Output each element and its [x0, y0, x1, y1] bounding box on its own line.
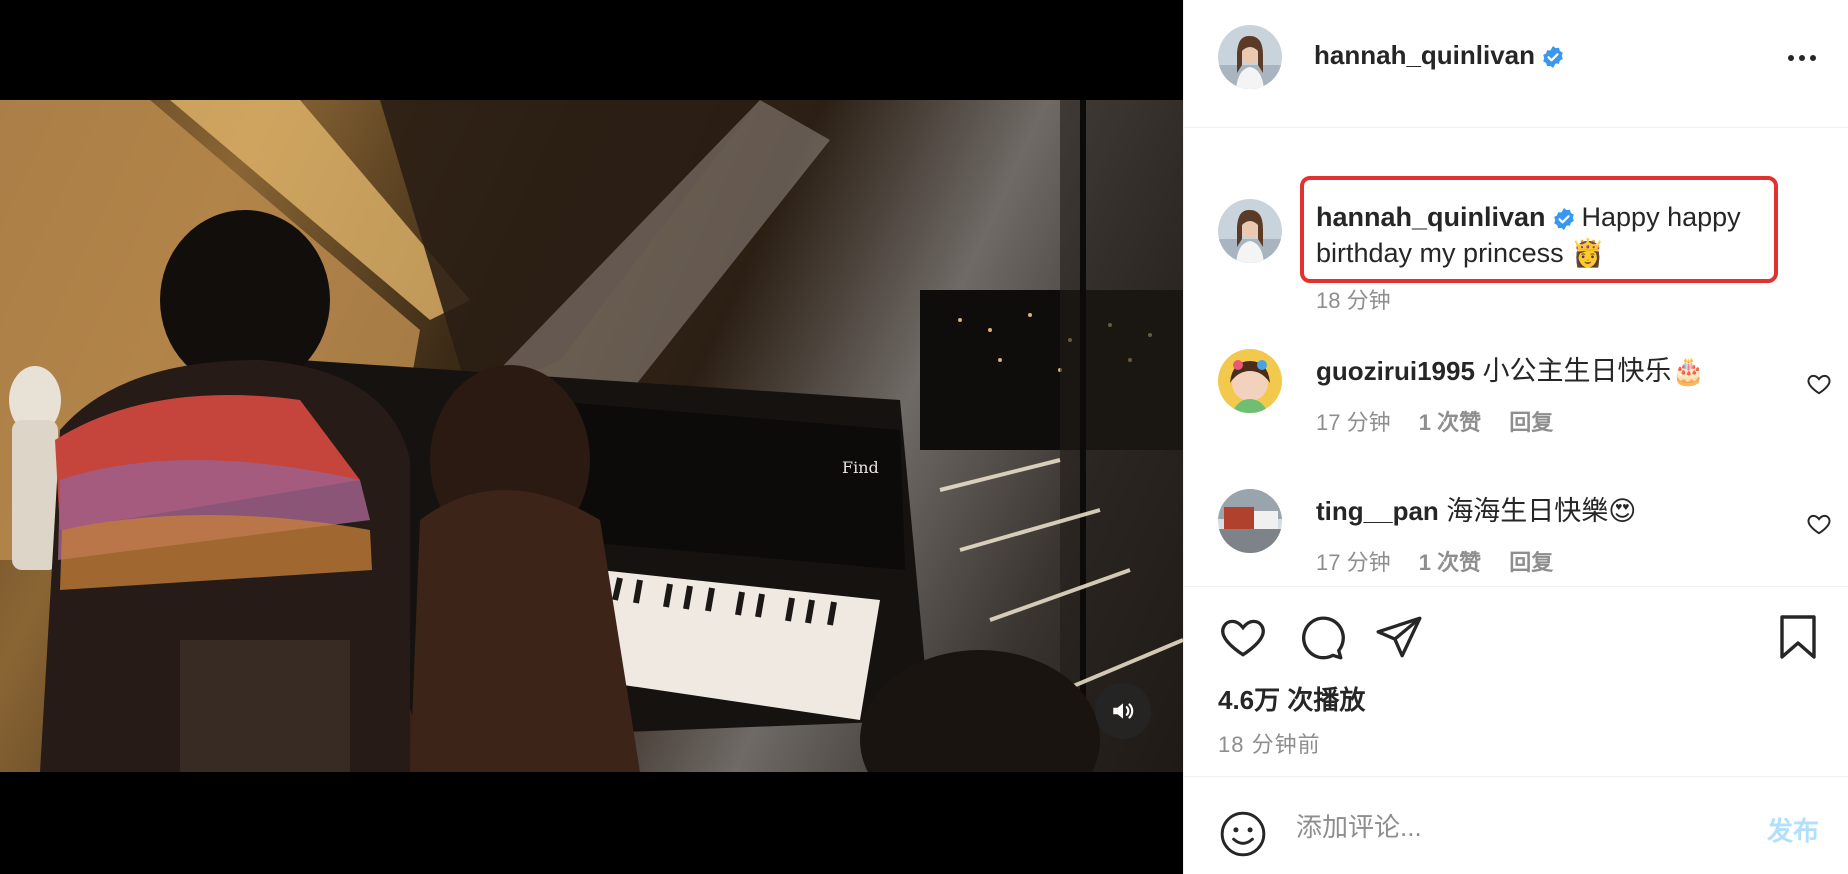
comment-text: guozirui1995 小公主生日快乐🎂 [1316, 349, 1705, 388]
verified-icon [1543, 46, 1563, 69]
comment-author[interactable]: guozirui1995 [1316, 356, 1475, 386]
post-time[interactable]: 18 分钟前 [1218, 727, 1321, 759]
emoji-icon[interactable] [1218, 809, 1268, 859]
comment-input[interactable] [1296, 805, 1736, 849]
caption-author[interactable]: hannah_quinlivan [1316, 202, 1546, 232]
comment-author[interactable]: ting__pan [1316, 496, 1439, 526]
comments-list[interactable]: hannah_quinlivan Happy happy birthday my… [1184, 129, 1848, 586]
post-header: hannah_quinlivan [1184, 0, 1848, 128]
more-icon-dot [1810, 55, 1816, 61]
caption-avatar[interactable] [1218, 199, 1282, 263]
video-player[interactable]: Find [0, 0, 1183, 874]
volume-button[interactable] [1095, 683, 1151, 739]
heart-icon[interactable] [1218, 612, 1268, 662]
comment-body: 海海生日快樂😍 [1446, 496, 1637, 526]
comment-likes[interactable]: 1 次赞 [1419, 410, 1481, 435]
comment-like-icon[interactable] [1806, 371, 1832, 397]
avatar-image [1218, 199, 1282, 263]
comment-like-icon[interactable] [1806, 511, 1832, 537]
comment-text: ting__pan 海海生日快樂😍 [1316, 489, 1636, 528]
piano-brand-label: Find [842, 458, 879, 477]
reply-button[interactable]: 回复 [1509, 410, 1553, 435]
comment-meta: 17 分钟 1 次赞 回复 [1316, 405, 1575, 437]
commenter-avatar[interactable] [1218, 349, 1282, 413]
author-username[interactable]: hannah_quinlivan [1314, 40, 1565, 71]
author-avatar[interactable] [1218, 25, 1282, 89]
avatar-image [1218, 25, 1282, 89]
volume-icon [1113, 703, 1134, 719]
comment-time: 17 分钟 [1316, 410, 1391, 435]
comment-icon[interactable] [1296, 612, 1346, 662]
verified-icon [1553, 207, 1574, 230]
video-frame[interactable]: Find [0, 100, 1183, 772]
action-bar: 4.6万 次播放 18 分钟前 [1184, 586, 1848, 776]
commenter-avatar[interactable] [1218, 489, 1282, 553]
post-panel: hannah_quinlivan hannah_quinlivan Happy … [1183, 0, 1848, 874]
post-comment-button[interactable]: 发布 [1767, 811, 1819, 848]
comment-item: ting__pan 海海生日快樂😍 17 分钟 1 次赞 回复 [1184, 489, 1848, 586]
caption-time: 18 分钟 [1316, 288, 1391, 313]
avatar-image [1218, 489, 1282, 553]
avatar-image [1218, 349, 1282, 413]
comment-likes[interactable]: 1 次赞 [1419, 550, 1481, 575]
more-icon-dot [1788, 55, 1794, 61]
comment-body: 小公主生日快乐🎂 [1482, 356, 1706, 386]
caption-text: hannah_quinlivan Happy happy birthday my… [1316, 199, 1766, 271]
reply-button[interactable]: 回复 [1509, 550, 1553, 575]
share-icon[interactable] [1374, 612, 1424, 662]
video-still [0, 100, 1183, 772]
comment-item: guozirui1995 小公主生日快乐🎂 17 分钟 1 次赞 回复 [1184, 349, 1848, 489]
more-icon-dot [1799, 55, 1805, 61]
view-count[interactable]: 4.6万 次播放 [1218, 680, 1365, 717]
comment-meta: 17 分钟 1 次赞 回复 [1316, 545, 1575, 577]
caption: hannah_quinlivan Happy happy birthday my… [1184, 151, 1848, 313]
author-username-text: hannah_quinlivan [1314, 40, 1536, 70]
bookmark-icon[interactable] [1774, 612, 1822, 662]
add-comment-row: 发布 [1184, 776, 1848, 874]
more-options-button[interactable] [1788, 46, 1824, 70]
comment-time: 17 分钟 [1316, 550, 1391, 575]
